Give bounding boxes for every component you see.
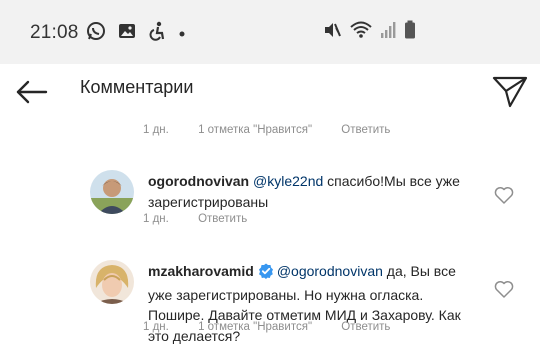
dot-icon	[178, 25, 186, 43]
comment-time: 1 дн.	[143, 321, 169, 333]
comment-username[interactable]: ogorodnovivan	[148, 173, 249, 189]
status-icons-left	[86, 21, 198, 46]
comment-text: mzakharovamid @ogorodnovivan да, Вы все у…	[148, 261, 478, 346]
accessibility-icon	[148, 21, 166, 46]
paper-plane-icon	[492, 76, 528, 108]
mute-icon	[322, 20, 342, 45]
like-button[interactable]	[493, 278, 515, 300]
status-bar: 21:08	[0, 0, 540, 64]
comment-username[interactable]: mzakharovamid	[148, 263, 254, 279]
battery-icon	[404, 20, 416, 45]
comment-meta-1: 1 дн. Ответить	[143, 213, 273, 225]
heart-icon	[494, 187, 514, 204]
comment-meta-2: 1 дн. 1 отметка "Нравится" Ответить	[143, 321, 416, 333]
gallery-icon	[118, 22, 136, 45]
wifi-icon	[350, 20, 372, 45]
like-button[interactable]	[493, 184, 515, 206]
reply-button[interactable]: Ответить	[341, 321, 390, 333]
avatar[interactable]	[90, 170, 134, 214]
comment-text: ogorodnovivan @kyle22nd спасибо!Мы все у…	[148, 171, 468, 212]
whatsapp-icon	[86, 21, 106, 46]
comment-time: 1 дн.	[143, 124, 169, 136]
comment-meta-0: 1 дн. 1 отметка "Нравится" Ответить	[143, 124, 416, 136]
reply-button[interactable]: Ответить	[198, 213, 247, 225]
comment-likes-link[interactable]: 1 отметка "Нравится"	[198, 124, 312, 136]
arrow-left-icon	[16, 80, 48, 104]
heart-icon	[494, 281, 514, 298]
share-button[interactable]	[488, 70, 530, 112]
comment-mention[interactable]: @kyle22nd	[253, 173, 323, 189]
page-title: Комментарии	[80, 77, 194, 97]
avatar[interactable]	[90, 260, 134, 304]
status-icons-right	[322, 20, 424, 45]
reply-button[interactable]: Ответить	[341, 124, 390, 136]
comment-mention[interactable]: @ogorodnovivan	[277, 263, 383, 279]
comment-likes-link[interactable]: 1 отметка "Нравится"	[198, 321, 312, 333]
comment-time: 1 дн.	[143, 213, 169, 225]
back-button[interactable]	[10, 72, 50, 112]
verified-badge-icon	[258, 263, 274, 285]
status-time: 21:08	[30, 22, 79, 43]
signal-icon	[380, 21, 396, 44]
app-header: Комментарии	[0, 64, 540, 120]
